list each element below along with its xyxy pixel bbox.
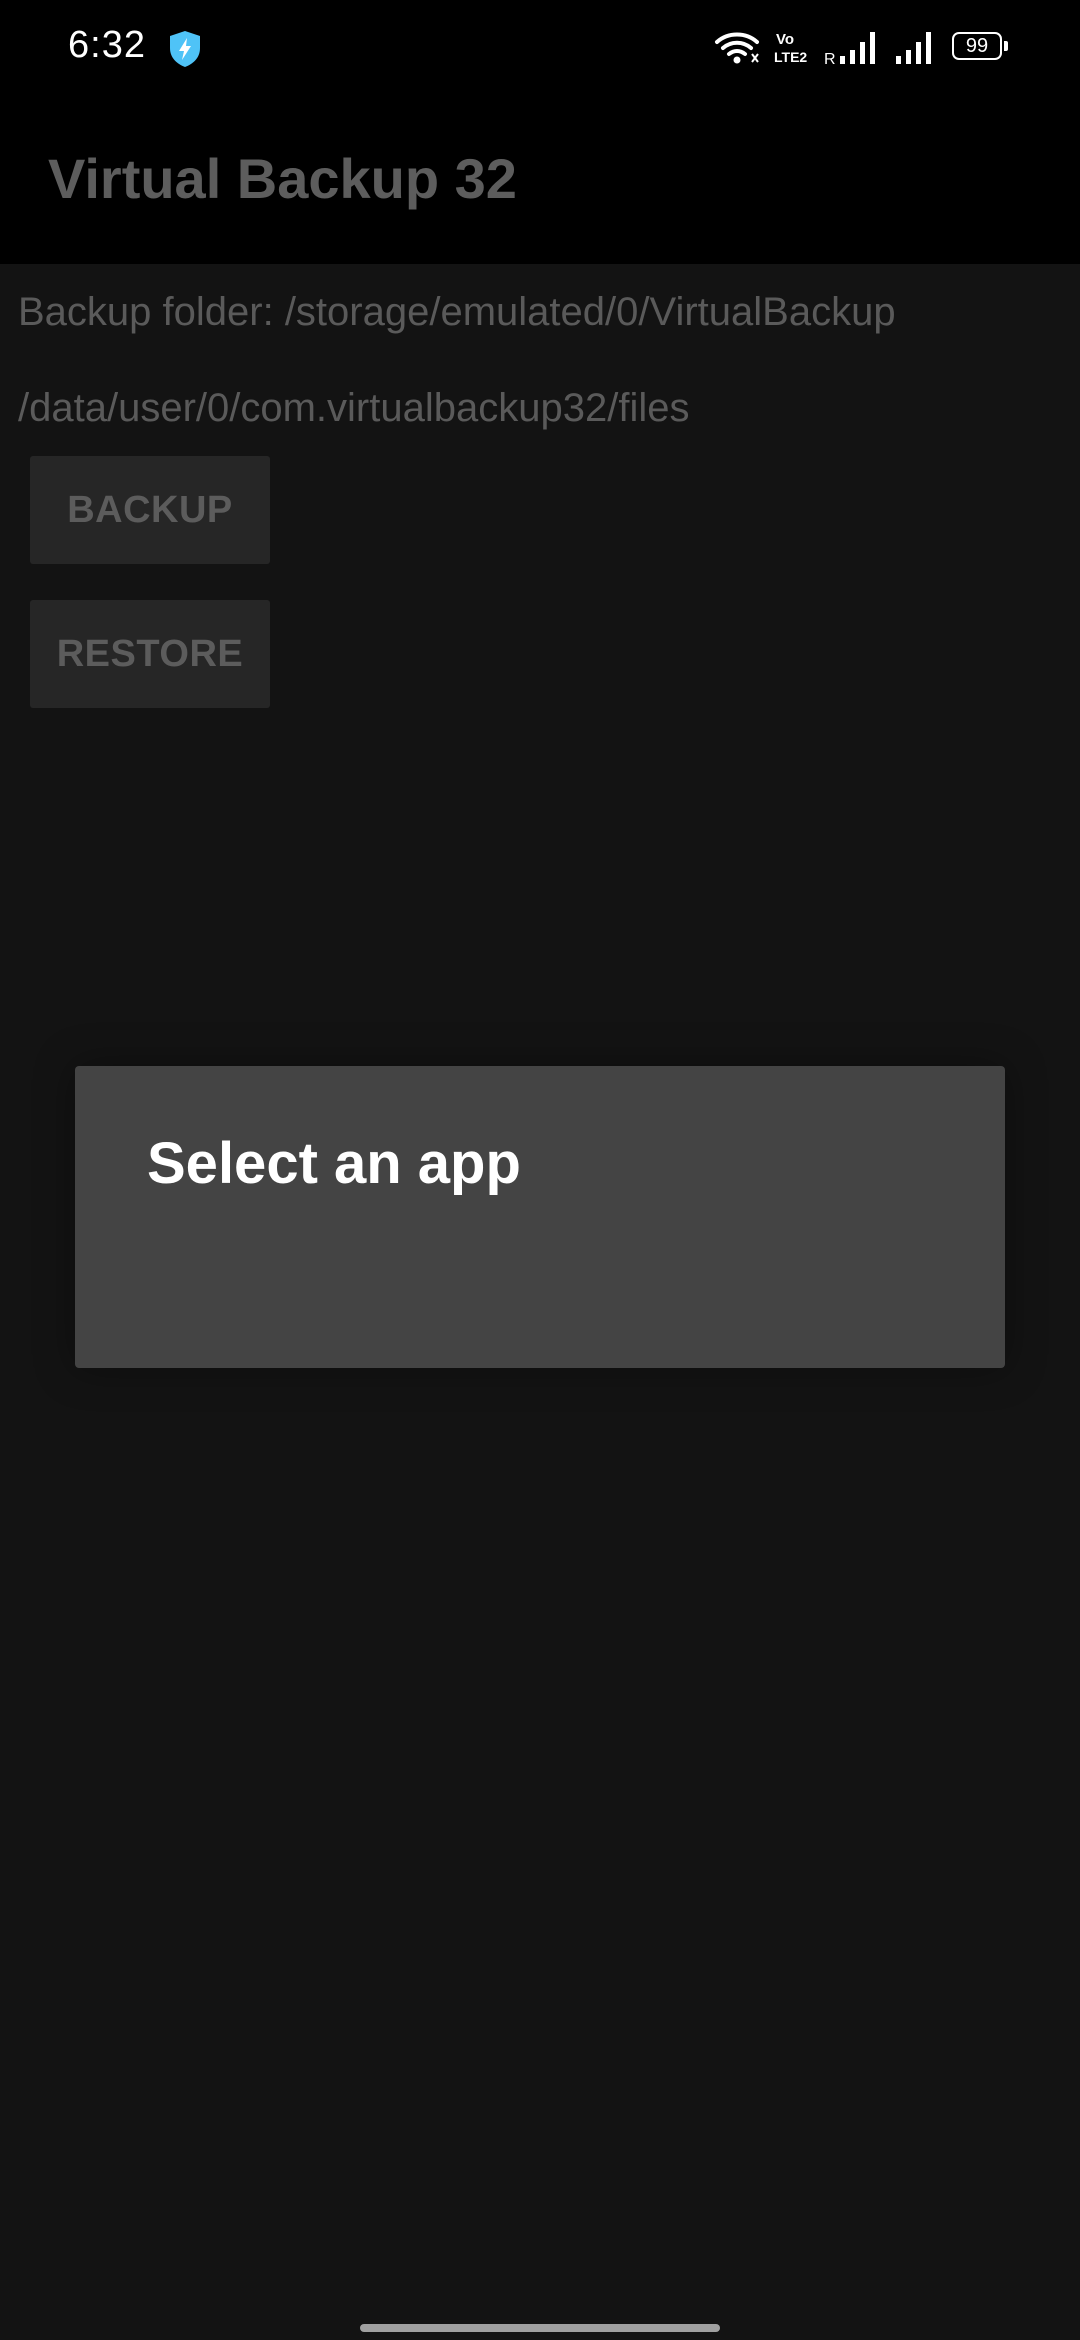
app-bar: Virtual Backup 32 bbox=[0, 96, 1080, 264]
shield-lightning-icon bbox=[170, 31, 200, 67]
gesture-nav-handle[interactable] bbox=[360, 2324, 720, 2332]
files-path-text: /data/user/0/com.virtualbackup32/files bbox=[18, 386, 690, 430]
svg-text:R: R bbox=[824, 51, 836, 66]
battery-level: 99 bbox=[952, 32, 1002, 60]
signal-r-icon: R bbox=[824, 32, 875, 66]
app-title: Virtual Backup 32 bbox=[48, 147, 517, 210]
status-time: 6:32 bbox=[68, 24, 146, 66]
dialog-title: Select an app bbox=[147, 1131, 521, 1196]
wifi-icon bbox=[715, 32, 759, 64]
battery-tip bbox=[1004, 41, 1008, 51]
restore-button[interactable]: RESTORE bbox=[30, 600, 270, 708]
volte-lte2-icon: Vo LTE2 bbox=[774, 31, 807, 65]
backup-folder-text: Backup folder: /storage/emulated/0/Virtu… bbox=[18, 290, 896, 334]
select-app-dialog[interactable]: Select an app bbox=[75, 1066, 1005, 1368]
svg-text:LTE2: LTE2 bbox=[774, 49, 807, 65]
signal-icon bbox=[896, 32, 931, 64]
screen: 6:32 Vo LTE2 R 99 Virtual Backup 32 Back… bbox=[0, 0, 1080, 2340]
battery-icon: 99 bbox=[952, 32, 1010, 64]
backup-button[interactable]: BACKUP bbox=[30, 456, 270, 564]
svg-text:Vo: Vo bbox=[776, 31, 794, 48]
status-bar: 6:32 Vo LTE2 R 99 bbox=[0, 0, 1080, 96]
